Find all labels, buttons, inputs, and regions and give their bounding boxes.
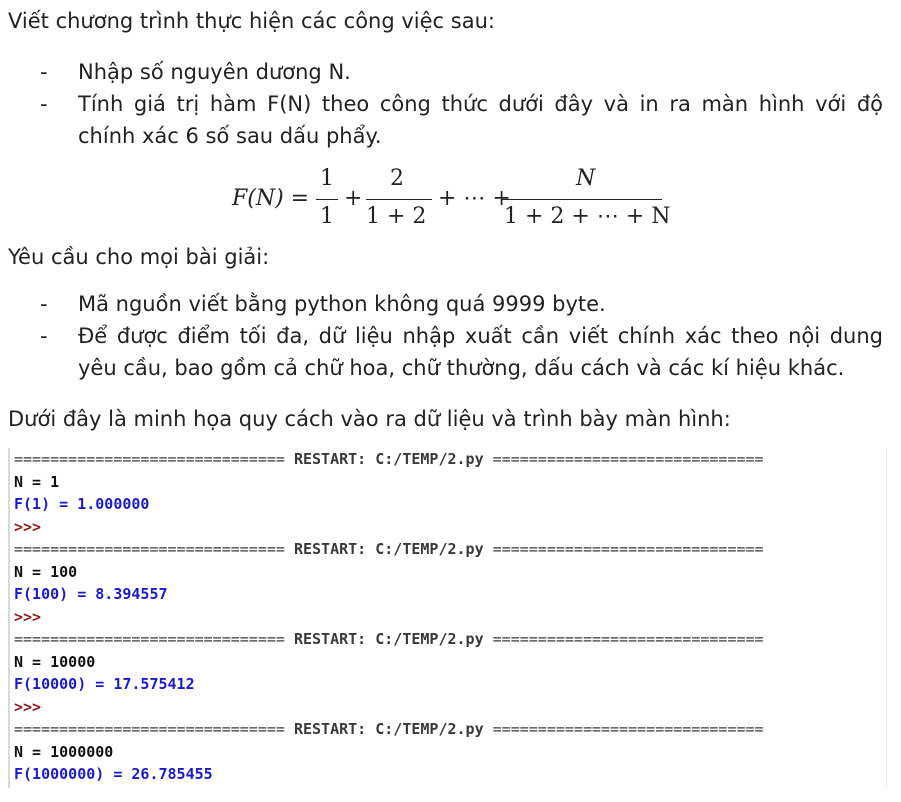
task-item: - Nhập số nguyên dương N. (0, 56, 901, 88)
task-text: Nhập số nguyên dương N. (78, 60, 351, 84)
fraction-bar (502, 199, 662, 201)
requirement-text: Mã nguồn viết bằng python không quá 9999… (78, 292, 606, 316)
fraction-bar (366, 199, 432, 201)
restart-line: ============================== RESTART: … (14, 450, 764, 468)
formula-term1-numerator: 1 (320, 166, 334, 191)
output-line: F(1000000) = 26.785455 (14, 765, 213, 783)
intro-text: Viết chương trình thực hiện các công việ… (8, 9, 495, 33)
task-list: - Nhập số nguyên dương N. - Tính giá trị… (0, 56, 901, 152)
formula: F(N) = 1 1 + 2 1 + 2 + ⋯ + N 1 + 2 + ⋯ +… (230, 166, 690, 236)
restart-line: ============================== RESTART: … (14, 720, 764, 738)
bullet-dash: - (40, 92, 48, 116)
input-line: N = 100 (14, 562, 78, 581)
formula-plus: + (344, 186, 363, 211)
output-line: F(10000) = 17.575412 (14, 675, 195, 693)
formula-ellipsis: + ⋯ + (438, 186, 511, 211)
shell-prompt: >>> (14, 517, 42, 536)
requirement-text: Để được điểm tối đa, dữ liệu nhập xuất c… (78, 324, 883, 380)
requirements-title: Yêu cầu cho mọi bài giải: (8, 245, 270, 269)
output-line: F(100) = 8.394557 (14, 585, 168, 603)
requirement-item: - Để được điểm tối đa, dữ liệu nhập xuất… (0, 320, 901, 384)
bullet-dash: - (40, 292, 48, 316)
formula-term2-numerator: 2 (390, 166, 404, 191)
requirements-list: - Mã nguồn viết bằng python không quá 99… (0, 288, 901, 384)
input-line: N = 10000 (14, 652, 96, 671)
shell-prompt: >>> (14, 607, 42, 626)
formula-lhs: F(N) = (232, 186, 310, 211)
bullet-dash: - (40, 324, 48, 348)
task-item: - Tính giá trị hàm F(N) theo công thức d… (0, 88, 901, 152)
restart-line: ============================== RESTART: … (14, 630, 764, 648)
requirement-item: - Mã nguồn viết bằng python không quá 99… (0, 288, 901, 320)
task-text: Tính giá trị hàm F(N) theo công thức dướ… (78, 92, 883, 148)
formula-termN-denominator: 1 + 2 + ⋯ + N (504, 204, 671, 229)
formula-term2-denominator: 1 + 2 (366, 204, 427, 229)
bullet-dash: - (40, 60, 48, 84)
formula-termN-numerator: N (576, 166, 596, 191)
restart-line: ============================== RESTART: … (14, 540, 764, 558)
example-title: Dưới đây là minh họa quy cách vào ra dữ … (8, 407, 731, 431)
problem-statement: Viết chương trình thực hiện các công việ… (0, 0, 901, 802)
formula-term1-denominator: 1 (320, 204, 334, 229)
shell-prompt: >>> (14, 697, 42, 716)
output-line: F(1) = 1.000000 (14, 495, 150, 513)
input-line: N = 1000000 (14, 742, 114, 761)
input-line: N = 1 (14, 472, 60, 491)
python-shell-output: ============================== RESTART: … (8, 448, 887, 788)
fraction-bar (316, 199, 338, 201)
